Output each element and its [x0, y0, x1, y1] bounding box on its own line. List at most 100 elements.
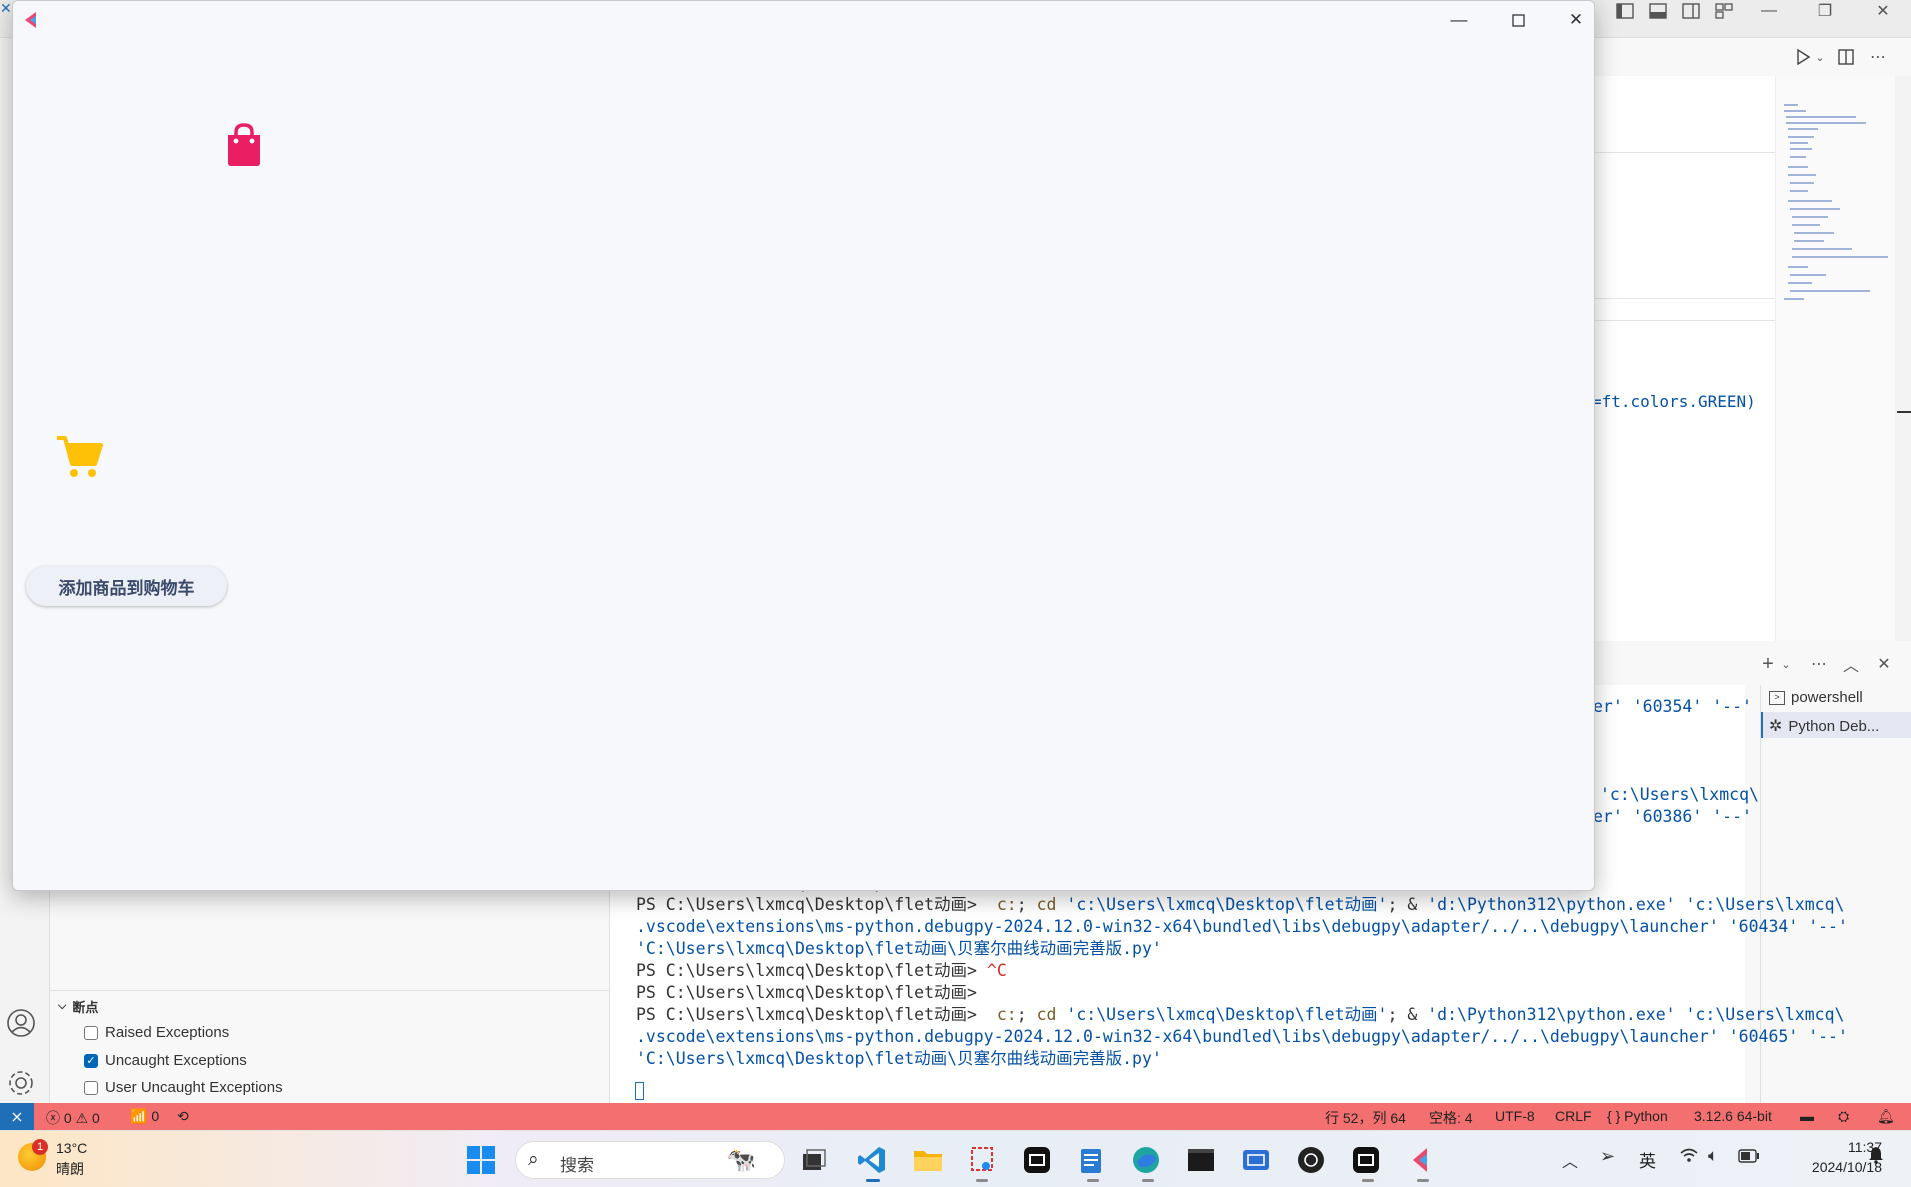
terminal-app-icon[interactable] — [1183, 1143, 1219, 1177]
terminal-text-segment: ; & — [1387, 895, 1428, 914]
customize-layout-icon[interactable] — [1713, 0, 1735, 22]
flet-logo-icon — [23, 11, 39, 32]
breakpoint-raised-exceptions[interactable]: Raised Exceptions — [84, 1024, 229, 1041]
indentation[interactable]: 空格: 4 — [1429, 1108, 1473, 1128]
minimap[interactable] — [1775, 76, 1895, 641]
wifi-icon[interactable] — [1679, 1147, 1699, 1168]
taskbar-search-box[interactable]: ⌕ 搜索 🐄 — [515, 1141, 785, 1179]
terminal-text-segment: 'd:\Python312\python.exe' — [1427, 1005, 1676, 1024]
manage-gear-icon[interactable] — [6, 1068, 38, 1100]
terminal-line: er' '60386' '--' — [1593, 806, 1752, 828]
app-maximize-icon[interactable] — [1500, 7, 1536, 33]
radio-tower-icon: 📶 — [130, 1108, 148, 1124]
more-actions-icon[interactable]: ⋯ — [1867, 46, 1889, 68]
vscode-active-indicator — [866, 1179, 880, 1182]
problems-indicator[interactable]: ⓧ 0 ⚠ 0 — [46, 1108, 100, 1128]
toggle-panel-icon[interactable] — [1647, 0, 1669, 22]
breakpoint-label: Raised Exceptions — [105, 1024, 230, 1041]
user-uncaught-exceptions-checkbox[interactable] — [84, 1080, 98, 1095]
maximize-panel-icon[interactable]: ︿ — [1840, 653, 1862, 675]
account-icon[interactable] — [6, 1008, 38, 1040]
app-titlebar[interactable]: — ✕ — [13, 1, 1594, 39]
chevron-down-icon: ⌵ — [58, 1000, 67, 1012]
breakpoint-user-uncaught-exceptions[interactable]: User Uncaught Exceptions — [84, 1079, 283, 1096]
terminal-text-segment: PS C:\Users\lxmcq\Desktop\flet动画> — [636, 895, 997, 914]
terminal-text-segment: c: — [996, 895, 1017, 914]
battery-icon[interactable] — [1738, 1149, 1760, 1166]
encoding[interactable]: UTF-8 — [1495, 1108, 1535, 1124]
notification-center-bell-icon[interactable] — [1868, 1146, 1884, 1169]
snipping-tool-icon[interactable] — [964, 1143, 1000, 1177]
edge-browser-icon[interactable] — [1128, 1143, 1164, 1177]
weather-description[interactable]: 晴朗 — [56, 1159, 84, 1179]
raised-exceptions-checkbox[interactable] — [84, 1025, 98, 1040]
notepad-icon[interactable] — [1073, 1143, 1109, 1177]
toggle-secondary-sidebar-icon[interactable] — [1680, 0, 1702, 22]
terminal-text-segment: PS C:\Users\lxmcq\Desktop\flet动画> — [636, 961, 987, 980]
notifications-bell-icon[interactable]: 🔔︎ — [1877, 1108, 1895, 1125]
snipping-tool-indicator — [976, 1179, 988, 1182]
flet-app-icon[interactable] — [1403, 1143, 1439, 1177]
show-hidden-icons-chevron-icon[interactable]: ︿ — [1562, 1148, 1578, 1172]
run-and-debug-panel — [50, 890, 610, 1103]
task-view-icon[interactable] — [796, 1143, 832, 1177]
terminal-tab-python-debug[interactable]: ✲ Python Deb... — [1769, 716, 1879, 736]
ports-indicator[interactable]: 📶 0 — [130, 1108, 159, 1125]
terminal-more-icon[interactable]: ⋯ — [1808, 653, 1830, 675]
split-editor-icon[interactable] — [1835, 46, 1857, 68]
app-close-icon[interactable]: ✕ — [1558, 7, 1594, 33]
terminal-dropdown-icon[interactable]: ⌄ — [1775, 653, 1797, 675]
editor-divider — [1595, 320, 1775, 321]
capcut-2-icon[interactable] — [1348, 1143, 1384, 1177]
volume-icon[interactable]: 🔈︎ — [1708, 1146, 1718, 1166]
debug-status-icon[interactable]: ⟲ — [177, 1108, 189, 1125]
file-explorer-icon[interactable] — [910, 1143, 946, 1177]
input-method-indicator[interactable]: 英 — [1639, 1147, 1656, 1172]
vscode-close-icon[interactable]: ✕ — [1872, 0, 1894, 22]
editor-scrollbar[interactable] — [1895, 76, 1911, 641]
chatgpt-icon[interactable] — [1293, 1143, 1329, 1177]
language-mode[interactable]: { } Python — [1607, 1108, 1668, 1124]
remote-desktop-icon[interactable] — [1238, 1143, 1274, 1177]
windows-start-icon[interactable] — [466, 1145, 496, 1175]
weather-temperature[interactable]: 13°C — [56, 1140, 87, 1156]
terminal-text-segment: 'C:\Users\lxmcq\Desktop\flet动画\贝塞尔曲线动画完善… — [636, 1049, 1162, 1068]
terminal-line: 'C:\Users\lxmcq\Desktop\flet动画\贝塞尔曲线动画完善… — [636, 1048, 1162, 1070]
editor-divider — [1595, 152, 1775, 153]
status-bar: ⨯ ⓧ 0 ⚠ 0 📶 0 ⟲ 行 52，列 64 空格: 4 UTF-8 CR… — [0, 1103, 1911, 1130]
add-to-cart-button[interactable]: 添加商品到购物车 — [26, 566, 227, 606]
uncaught-exceptions-checkbox[interactable]: ✓ — [84, 1053, 98, 1068]
terminal-tab-powershell[interactable]: > powershell — [1769, 689, 1863, 706]
python-interpreter[interactable]: 3.12.6 64-bit — [1694, 1108, 1772, 1124]
search-icon: ⌕ — [528, 1149, 539, 1170]
cursor-position[interactable]: 行 52，列 64 — [1325, 1108, 1406, 1128]
vscode-minimize-icon[interactable]: — — [1758, 0, 1780, 22]
capcut-icon[interactable] — [1019, 1143, 1055, 1177]
close-panel-icon[interactable]: ✕ — [1873, 653, 1895, 675]
edge-indicator — [1142, 1179, 1154, 1182]
app-minimize-icon[interactable]: — — [1441, 7, 1477, 33]
weather-badge: 1 — [32, 1139, 48, 1155]
notepad-indicator — [1087, 1179, 1099, 1182]
terminal-text-segment: er' '60354' '--' — [1593, 697, 1752, 716]
copilot-icon[interactable]: ▬ — [1800, 1108, 1814, 1124]
vscode-restore-icon[interactable]: ❐ — [1814, 0, 1836, 22]
run-dropdown-icon[interactable]: ⌄ — [1809, 46, 1831, 68]
search-placeholder: 搜索 — [560, 1156, 594, 1175]
feedback-icon[interactable]: ⛭ — [1838, 1108, 1849, 1125]
editor-area[interactable] — [1595, 76, 1775, 641]
terminal-line: PS C:\Users\lxmcq\Desktop\flet动画> — [636, 982, 977, 1004]
location-arrow-icon[interactable]: ➢ — [1600, 1146, 1615, 1167]
line-ending[interactable]: CRLF — [1555, 1108, 1592, 1124]
terminal-text-segment: cd — [1036, 1005, 1057, 1024]
terminal-line: .vscode\extensions\ms-python.debugpy-202… — [636, 1026, 1848, 1048]
terminal-text-segment: 'c:\Users\lxmcq\Desktop\flet动画' — [1066, 895, 1388, 914]
remote-indicator-icon[interactable]: ⨯ — [0, 1103, 34, 1130]
vscode-taskbar-icon[interactable] — [854, 1143, 890, 1177]
breakpoint-uncaught-exceptions[interactable]: ✓ Uncaught Exceptions — [84, 1052, 247, 1069]
breakpoints-header[interactable]: ⌵ 断点 — [58, 997, 98, 1016]
taskbar-clock-date[interactable]: 2024/10/18 — [1778, 1159, 1882, 1175]
toggle-primary-sidebar-icon[interactable] — [1614, 0, 1636, 22]
breakpoint-label: User Uncaught Exceptions — [105, 1079, 283, 1096]
